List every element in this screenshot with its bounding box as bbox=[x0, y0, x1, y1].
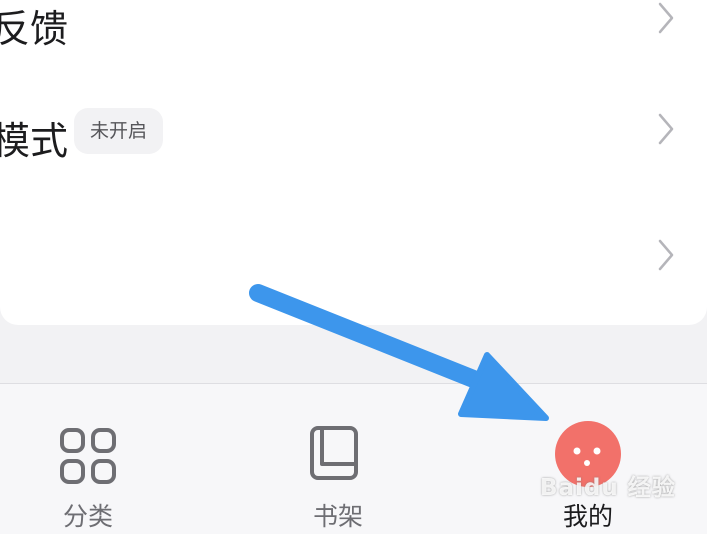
nav-label: 我的 bbox=[562, 502, 613, 531]
grid-icon bbox=[60, 428, 116, 484]
settings-row-item[interactable] bbox=[0, 205, 707, 305]
settings-row-label: 模式 bbox=[0, 119, 69, 163]
nav-item-bookshelf[interactable]: 书架 bbox=[238, 384, 438, 534]
chevron-right-icon bbox=[658, 239, 674, 271]
bookshelf-icon bbox=[310, 426, 358, 480]
settings-row-feedback[interactable]: 反馈 bbox=[0, 0, 707, 60]
nav-label: 书架 bbox=[312, 502, 363, 531]
settings-row-label: 反馈 bbox=[0, 7, 69, 51]
chevron-right-icon bbox=[658, 2, 674, 34]
watermark: Baidu 经验 bbox=[540, 475, 676, 501]
nav-item-category[interactable]: 分类 bbox=[0, 384, 188, 534]
chevron-right-icon bbox=[658, 113, 674, 145]
bottom-nav: 分类 书架 我的 bbox=[0, 384, 707, 534]
nav-label: 分类 bbox=[62, 502, 113, 531]
settings-card: 反馈 模式 未开启 bbox=[0, 0, 707, 325]
nav-item-mine[interactable]: 我的 bbox=[488, 384, 688, 534]
status-badge: 未开启 bbox=[74, 108, 164, 154]
